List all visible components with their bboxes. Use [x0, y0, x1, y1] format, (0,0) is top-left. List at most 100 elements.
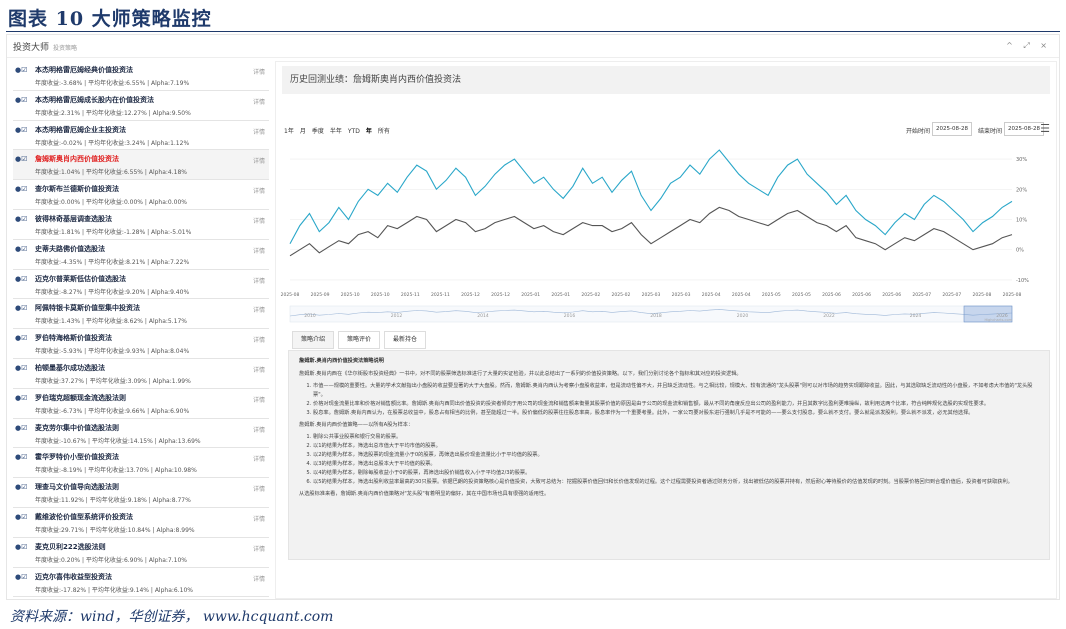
range-button[interactable]: YTD: [348, 128, 360, 135]
x-tick-label: 2025-01: [551, 292, 570, 298]
strategy-item[interactable]: ●☑ 詹姆斯奥肖内西价值投资法 年度收益:1.04% | 平均年化收益:6.55% …: [13, 150, 269, 181]
range-button[interactable]: 月: [300, 128, 306, 135]
strategy-detail-link[interactable]: 详情: [253, 276, 265, 285]
strategy-item[interactable]: ●☑ 柏顿墨基尔成功选股法 年度收益:37.27% | 平均年化收益:3.09% |…: [13, 359, 269, 389]
strategy-item[interactable]: ●☑ 本杰明格雷厄姆经典价值投资法 年度收益:-3.68% | 平均年化收益:6.5…: [13, 61, 269, 91]
x-tick-label: 2025-04: [732, 292, 751, 298]
strategy-detail-link[interactable]: 详情: [253, 365, 265, 374]
strategy-detail-link[interactable]: 详情: [253, 246, 265, 255]
strategy-detail-link[interactable]: 详情: [253, 395, 265, 404]
strategy-detail-link[interactable]: 详情: [253, 454, 265, 463]
strategy-name: 彼得林奇基层调查选股法: [35, 214, 112, 223]
navigator-label: 2018: [650, 313, 662, 319]
strategy-item[interactable]: ●☑ 本杰明格雷厄姆企业主投资法 年度收益:-0.02% | 平均年化收益:3.24…: [13, 121, 269, 151]
strategy-name: 罗伯特海格斯价值投资法: [35, 334, 112, 343]
strategy-stats: 年度收益:-0.02% | 平均年化收益:3.24% | Alpha:1.12%: [35, 139, 190, 147]
strategy-toggle-icon[interactable]: ●☑: [15, 126, 27, 134]
app-name-text: 投资大师: [13, 43, 50, 53]
strategy-toggle-icon[interactable]: ●☑: [15, 155, 27, 163]
range-button[interactable]: 半年: [330, 128, 342, 135]
strategy-detail-link[interactable]: 详情: [253, 156, 265, 165]
strategy-item[interactable]: ●☑ 阿佩特银卡莫斯价值型集中投资法 年度收益:1.43% | 平均年化收益:8.6…: [13, 299, 269, 330]
strategy-toggle-icon[interactable]: ●☑: [15, 453, 27, 461]
strategy-item[interactable]: ●☑ 本杰明格雷厄姆成长股内在价值投资法 年度收益:2.31% | 平均年化收益:1…: [13, 91, 269, 121]
strategy-toggle-icon[interactable]: ●☑: [15, 96, 27, 104]
tab-3[interactable]: 最新持仓: [384, 331, 427, 349]
strategy-detail-link[interactable]: 详情: [253, 216, 265, 225]
strategy-detail-link[interactable]: 详情: [253, 335, 265, 344]
range-button[interactable]: 季度: [312, 128, 324, 135]
strategy-toggle-icon[interactable]: ●☑: [15, 275, 27, 283]
strategy-detail-link[interactable]: 详情: [253, 514, 265, 523]
strategy-item[interactable]: ●☑ 戴维波伦价值型系统评价投资法 年度收益:29.71% | 平均年化收益:10.…: [13, 508, 269, 538]
strategy-item[interactable]: ●☑ 史蒂夫路佛价值选股法 年度收益:-4.35% | 平均年化收益:8.21% |…: [13, 240, 269, 270]
strategy-toggle-icon[interactable]: ●☑: [15, 66, 27, 74]
strategy-toggle-icon[interactable]: ●☑: [15, 364, 27, 372]
strategy-item[interactable]: ●☑ 彼得林奇基层调查选股法 年度收益:1.81% | 平均年化收益:-1.28% …: [13, 210, 269, 240]
strategy-toggle-icon[interactable]: ●☑: [15, 394, 27, 402]
x-tick-label: 2025-06: [852, 292, 871, 298]
desc-points-2: 剔除公共事业股票和银行交易的股票。以1的结果为样本，筛选出总市值大于平均市值的股…: [299, 433, 1039, 487]
strategy-toggle-icon[interactable]: ●☑: [15, 334, 27, 342]
end-date-input[interactable]: 2025-08-28: [1004, 122, 1044, 136]
start-date-input[interactable]: 2025-08-28: [932, 122, 972, 136]
strategy-detail-link[interactable]: 详情: [253, 305, 265, 314]
strategy-toggle-icon[interactable]: ●☑: [15, 245, 27, 253]
strategy-toggle-icon[interactable]: ●☑: [15, 573, 27, 581]
strategy-stats: 年度收益:0.20% | 平均年化收益:6.90% | Alpha:7.10%: [35, 556, 187, 564]
strategy-item[interactable]: ●☑ 麦克贝利222选股法则 年度收益:0.20% | 平均年化收益:6.90% |…: [13, 538, 269, 568]
strategy-detail-link[interactable]: 详情: [253, 127, 265, 136]
range-button[interactable]: 1年: [284, 128, 294, 135]
strategy-item[interactable]: ●☑ 罗伯瑞克超额现金流选股法则 年度收益:-6.73% | 平均年化收益:9.66…: [13, 389, 269, 419]
desc-point: 股息率。詹姆斯.奥肖内西认为，在股票总收益中，股息占有相当的比例，甚至能超过一半…: [313, 409, 1039, 418]
strategy-item[interactable]: ●☑ 麦克劳尔集中价值选股法则 年度收益:-10.67% | 平均年化收益:14.1…: [13, 419, 269, 449]
strategy-detail-link[interactable]: 详情: [253, 544, 265, 553]
strategy-item[interactable]: ●☑ 查尔斯布兰德斯价值投资法 年度收益:0.00% | 平均年化收益:0.00% …: [13, 180, 269, 210]
strategy-detail-link[interactable]: 详情: [253, 97, 265, 106]
strategy-detail-link[interactable]: 详情: [253, 574, 265, 583]
range-button[interactable]: 所有: [378, 128, 390, 135]
window-controls-icon[interactable]: ^ ⤢ ×: [1006, 41, 1051, 51]
app-name: 投资大师 投资策略: [13, 40, 77, 53]
tab-1[interactable]: 策略介绍: [292, 331, 335, 349]
strategy-stats: 年度收益:-3.68% | 平均年化收益:6.55% | Alpha:7.19%: [35, 80, 190, 87]
strategy-stats: 年度收益:-5.93% | 平均年化收益:9.93% | Alpha:8.04%: [35, 348, 190, 356]
figure-title: 图表 10 大师策略监控: [8, 8, 212, 30]
strategy-toggle-icon[interactable]: ●☑: [15, 483, 27, 491]
strategy-detail-link[interactable]: 详情: [253, 186, 265, 195]
desc-point: 以5的结果为样本，筛选出股利收益率最高的30只股票。依据巴朗的投资策略核心是价值…: [313, 478, 1039, 487]
strategy-item[interactable]: ●☑ 迈克尔普莱斯低估价值选股法 年度收益:-8.27% | 平均年化收益:9.20…: [13, 270, 269, 300]
strategy-item[interactable]: ●☑ 霍华罗特价小型价值投资法 年度收益:-8.19% | 平均年化收益:13.70…: [13, 448, 269, 479]
hamburger-icon[interactable]: ☰: [1040, 122, 1050, 135]
tab-2[interactable]: 策略评价: [338, 331, 381, 349]
strategy-name: 理查马文价值导向选股法则: [35, 483, 119, 492]
strategy-toggle-icon[interactable]: ●☑: [15, 215, 27, 223]
strategy-item[interactable]: ●☑ 罗伯特海格斯价值投资法年度收益:-5.93% | 平均年化收益:9.93% …: [13, 329, 269, 359]
strategy-detail-link[interactable]: 详情: [253, 425, 265, 434]
figure-source: 资料来源：wind，华创证券， www.hcquant.com: [10, 609, 334, 625]
x-tick-label: 2025-06: [822, 292, 841, 298]
y-tick-label: 30%: [1016, 157, 1027, 163]
desc-point: 剔除公共事业股票和银行交易的股票。: [313, 433, 1039, 442]
strategy-stats: 年度收益:2.31% | 平均年化收益:12.27% | Alpha:9.50%: [35, 109, 191, 117]
desc-intro: 詹姆斯.奥肖内西在《华尔街股市投资经典》一书中，对不同的股票筛选标准进行了大量的…: [299, 371, 742, 377]
desc-point: 价格对现金流量比率和价格对销售额比率。詹姆斯.奥肖内西同出价值投资的投资者倾向于…: [313, 400, 1039, 409]
strategy-toggle-icon[interactable]: ●☑: [15, 513, 27, 521]
app-window: 投资大师 投资策略 ^ ⤢ × ●☑ 本杰明格雷厄姆经典价值投资法 年度收益:-3.6…: [6, 34, 1060, 600]
strategy-detail-link[interactable]: 详情: [253, 484, 265, 493]
strategy-item[interactable]: ●☑ 理查马文价值导向选股法则 年度收益:11.92% | 平均年化收益:9.18%…: [13, 478, 269, 508]
y-tick-label: 0%: [1016, 248, 1024, 254]
strategy-name: 詹姆斯奥肖内西价值投资法: [35, 155, 119, 164]
strategy-item[interactable]: ●☑ 迈克尔喜伟收益型投资法 年度收益:-17.82% | 平均年化收益:9.14%…: [13, 568, 269, 598]
main-panel: 历史回测业绩：詹姆斯奥肖内西价值投资法 1年月季度 半年 YTD 年所有 开始时间 2…: [275, 61, 1057, 599]
strategy-detail-link[interactable]: 详情: [253, 67, 265, 76]
x-tick-label: 2025-03: [672, 292, 691, 298]
strategy-toggle-icon[interactable]: ●☑: [15, 424, 27, 432]
navigator-label: 2016: [564, 313, 576, 319]
range-button[interactable]: 年: [366, 128, 372, 135]
navigator-label: 2014: [477, 313, 489, 319]
navigator-label: 2012: [391, 313, 403, 319]
strategy-toggle-icon[interactable]: ●☑: [15, 543, 27, 551]
strategy-toggle-icon[interactable]: ●☑: [15, 304, 27, 312]
strategy-toggle-icon[interactable]: ●☑: [15, 185, 27, 193]
